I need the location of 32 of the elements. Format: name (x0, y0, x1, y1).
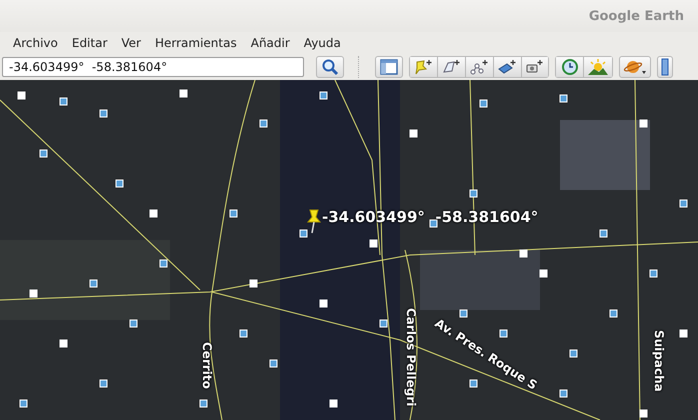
sun-landscape-icon (587, 58, 609, 76)
menu-item[interactable]: Herramientas (148, 36, 244, 50)
historical-imagery-button[interactable] (555, 56, 583, 78)
street-label: Suipacha (652, 330, 666, 392)
add-placemark-button[interactable] (409, 56, 437, 78)
sunlight-button[interactable] (583, 56, 613, 78)
pushpin-plus-icon (414, 58, 434, 76)
street-label: Cerrito (200, 342, 214, 389)
record-tour-button[interactable] (521, 56, 549, 78)
menu-item[interactable]: Archivo (6, 36, 65, 50)
search-icon (321, 58, 339, 76)
add-polygon-button[interactable] (437, 56, 465, 78)
menu-item[interactable]: Ayuda (296, 36, 348, 50)
add-overlay-button[interactable] (493, 56, 521, 78)
street-label: Carlos Pellegri (404, 308, 418, 406)
sidebar-panel-icon (380, 59, 398, 75)
search-field[interactable]: -34.603499° -58.381604° (2, 57, 304, 77)
search-button[interactable] (316, 56, 344, 78)
planet-icon (623, 58, 647, 76)
image-overlay-plus-icon (498, 58, 518, 76)
planet-switch-button[interactable] (619, 56, 651, 78)
clock-icon (560, 58, 580, 76)
menu-item[interactable]: Editar (64, 36, 114, 50)
pushpin-icon (306, 208, 322, 234)
menu-item[interactable]: Ver (114, 36, 148, 50)
window-title: Google Earth (588, 8, 684, 24)
add-path-button[interactable] (465, 56, 493, 78)
menu-item[interactable]: Añadir (244, 36, 297, 50)
path-plus-icon (470, 58, 490, 76)
sidebar-toggle-button[interactable] (375, 56, 403, 78)
ruler-icon (661, 58, 669, 76)
ruler-button[interactable] (657, 56, 673, 78)
